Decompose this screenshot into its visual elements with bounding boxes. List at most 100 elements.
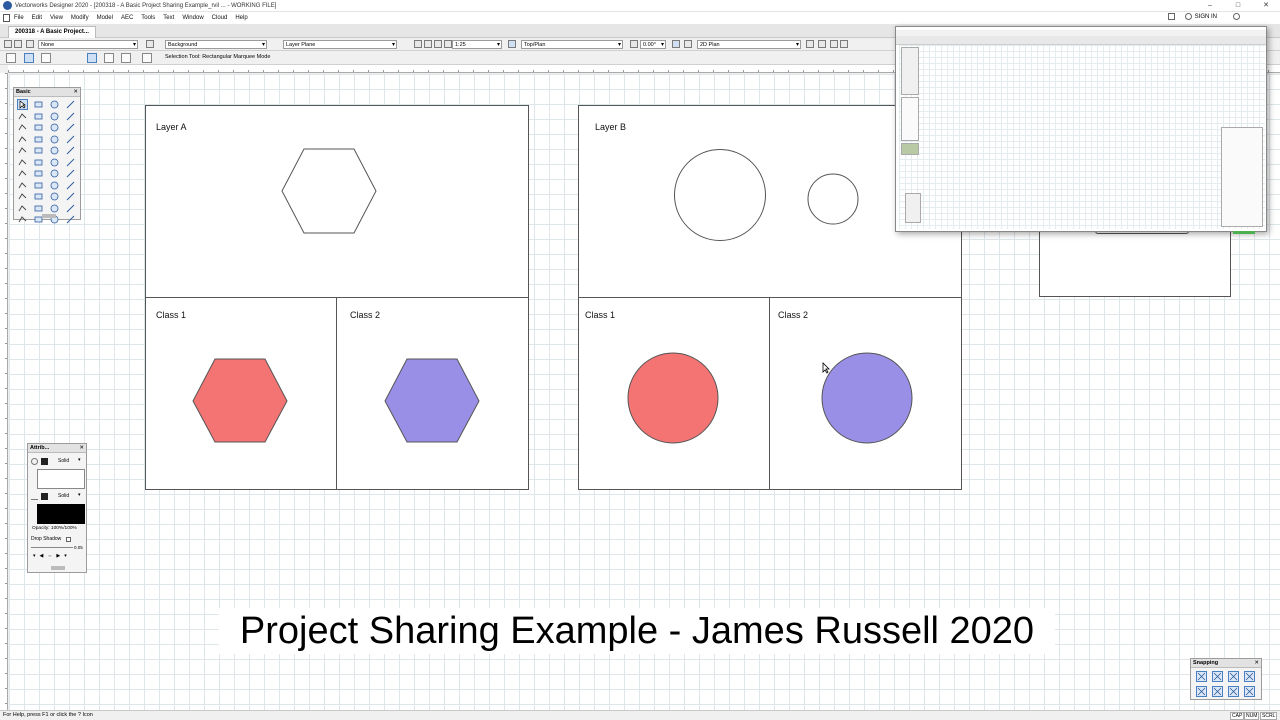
selection-tool-icon[interactable] [17, 99, 28, 110]
attributes-close[interactable]: ✕ [79, 444, 84, 453]
space-tool-icon[interactable] [66, 192, 75, 201]
rounded-rect-tool-icon[interactable] [66, 123, 75, 132]
basic-palette-close[interactable]: ✕ [73, 88, 78, 97]
attributes-resize-handle[interactable] [51, 566, 65, 570]
snap-tangent-icon[interactable] [1244, 686, 1255, 697]
active-layer-select[interactable]: Background [165, 40, 267, 49]
snap-object-icon[interactable] [1212, 671, 1223, 682]
zoom-tool-icon[interactable] [66, 100, 75, 109]
locus-tool-icon[interactable] [66, 204, 75, 213]
regular-polygon-tool-icon[interactable] [66, 146, 75, 155]
polygonal-marquee-icon[interactable] [104, 53, 114, 63]
view-select[interactable]: Top/Plan [521, 40, 623, 49]
circle-tool-icon[interactable] [18, 135, 27, 144]
menu-tools[interactable]: Tools [141, 15, 155, 21]
round-wall-tool-icon[interactable] [50, 192, 59, 201]
spiral-tool-icon[interactable] [18, 158, 27, 167]
menu-text[interactable]: Text [163, 15, 174, 21]
menu-aec[interactable]: AEC [121, 15, 133, 21]
zoom-icon[interactable] [414, 40, 422, 48]
menu-model[interactable]: Model [97, 15, 113, 21]
hexagon-outline[interactable] [280, 148, 378, 234]
hexagon-red[interactable] [191, 358, 289, 444]
drop-shadow-checkbox[interactable] [66, 537, 71, 542]
opacity-label[interactable]: Opacity: 100%/100% [32, 526, 77, 531]
line-weight-slider[interactable] [31, 547, 73, 548]
menu-help[interactable]: Help [235, 15, 247, 21]
snap-intersection-icon[interactable] [1244, 671, 1255, 682]
zoom-out-icon[interactable] [434, 40, 442, 48]
active-class-select[interactable]: None [38, 40, 138, 49]
sign-in-link[interactable]: SIGN IN [1195, 14, 1217, 20]
compose-tool-icon[interactable] [18, 215, 27, 224]
polygon-tool-icon[interactable] [34, 146, 43, 155]
help-icon[interactable] [1233, 13, 1240, 20]
mirror-tool-icon[interactable] [34, 169, 43, 178]
shared-window-thumbnail[interactable] [895, 26, 1267, 234]
menu-cloud[interactable]: Cloud [212, 15, 228, 21]
document-tab[interactable]: 200318 - A Basic Project... [8, 26, 96, 38]
circle-red[interactable] [626, 351, 720, 445]
fill-style-chevron-icon[interactable]: ▾ [78, 457, 81, 463]
chamfer-tool-icon[interactable] [66, 181, 75, 190]
connect-tool-icon[interactable] [34, 181, 43, 190]
dimension-tool-icon[interactable] [50, 112, 59, 121]
visibility-icon[interactable] [830, 40, 838, 48]
hexagon-purple[interactable] [383, 358, 481, 444]
quarter-arc-tool-icon[interactable] [50, 135, 59, 144]
circle-purple[interactable] [820, 351, 914, 445]
class-visibility-icon[interactable] [26, 40, 34, 48]
lasso-icon[interactable] [121, 53, 131, 63]
arc-tool-icon[interactable] [34, 135, 43, 144]
double-line-tool-icon[interactable] [34, 123, 43, 132]
zoom-fit-icon[interactable] [424, 40, 432, 48]
palette-resize-handle[interactable] [42, 214, 56, 218]
wall-tool-icon[interactable] [34, 192, 43, 201]
move-tool-icon[interactable] [18, 192, 27, 201]
notifications-icon[interactable] [1167, 13, 1175, 20]
circle-outline-large[interactable] [673, 148, 767, 242]
angle-field[interactable]: 0.00° [640, 40, 666, 49]
menu-view[interactable]: View [50, 15, 63, 21]
maximize-button[interactable]: □ [1224, 0, 1252, 12]
preferences-icon[interactable] [142, 53, 152, 63]
snap-grid-icon[interactable] [1196, 671, 1207, 682]
text-tool-icon[interactable] [18, 112, 27, 121]
symbol-tool-icon[interactable] [34, 204, 43, 213]
rotate-plan-icon[interactable] [630, 40, 638, 48]
view-cube-icon[interactable] [508, 40, 516, 48]
fill-color-swatch[interactable] [41, 458, 48, 465]
callout-tool-icon[interactable] [34, 112, 43, 121]
visibility-tool-icon[interactable] [66, 112, 75, 121]
layer-visibility-icon[interactable] [146, 40, 154, 48]
snap-angle-icon[interactable] [1228, 671, 1239, 682]
split-tool-icon[interactable] [66, 169, 75, 178]
menu-file[interactable]: File [14, 15, 24, 21]
offset-tool-icon[interactable] [18, 181, 27, 190]
fit-walls-tool-icon[interactable] [66, 215, 75, 224]
polyline-tool-icon[interactable] [18, 146, 27, 155]
menu-modify[interactable]: Modify [71, 15, 89, 21]
snap-smart-edge-icon[interactable] [1228, 686, 1239, 697]
line-tool-icon[interactable] [18, 123, 27, 132]
double-polygon-tool-icon[interactable] [50, 146, 59, 155]
pan-tool-icon[interactable] [34, 100, 43, 109]
zoom-in-icon[interactable] [444, 40, 452, 48]
snapping-close[interactable]: ✕ [1254, 659, 1259, 668]
back-arrow-icon[interactable] [4, 40, 12, 48]
minimize-button[interactable]: – [1196, 0, 1224, 12]
pen-style-chevron-icon[interactable]: ▾ [78, 492, 81, 498]
menu-edit[interactable]: Edit [32, 15, 42, 21]
fill-style-select[interactable]: Solid [58, 458, 69, 464]
render-select[interactable]: 2D Plan [697, 40, 801, 49]
rectangle-tool-icon[interactable] [50, 123, 59, 132]
rotate-tool-icon[interactable] [50, 169, 59, 178]
stair-tool-icon[interactable] [18, 204, 27, 213]
close-button[interactable]: ✕ [1252, 0, 1280, 12]
rectangular-marquee-icon[interactable] [87, 53, 97, 63]
snap-smart-points-icon[interactable] [1212, 686, 1223, 697]
freehand-tool-icon[interactable] [66, 135, 75, 144]
projection-icon[interactable] [684, 40, 692, 48]
eyedropper-tool-icon[interactable] [34, 158, 43, 167]
plane-select[interactable]: Layer Plane [283, 40, 397, 49]
